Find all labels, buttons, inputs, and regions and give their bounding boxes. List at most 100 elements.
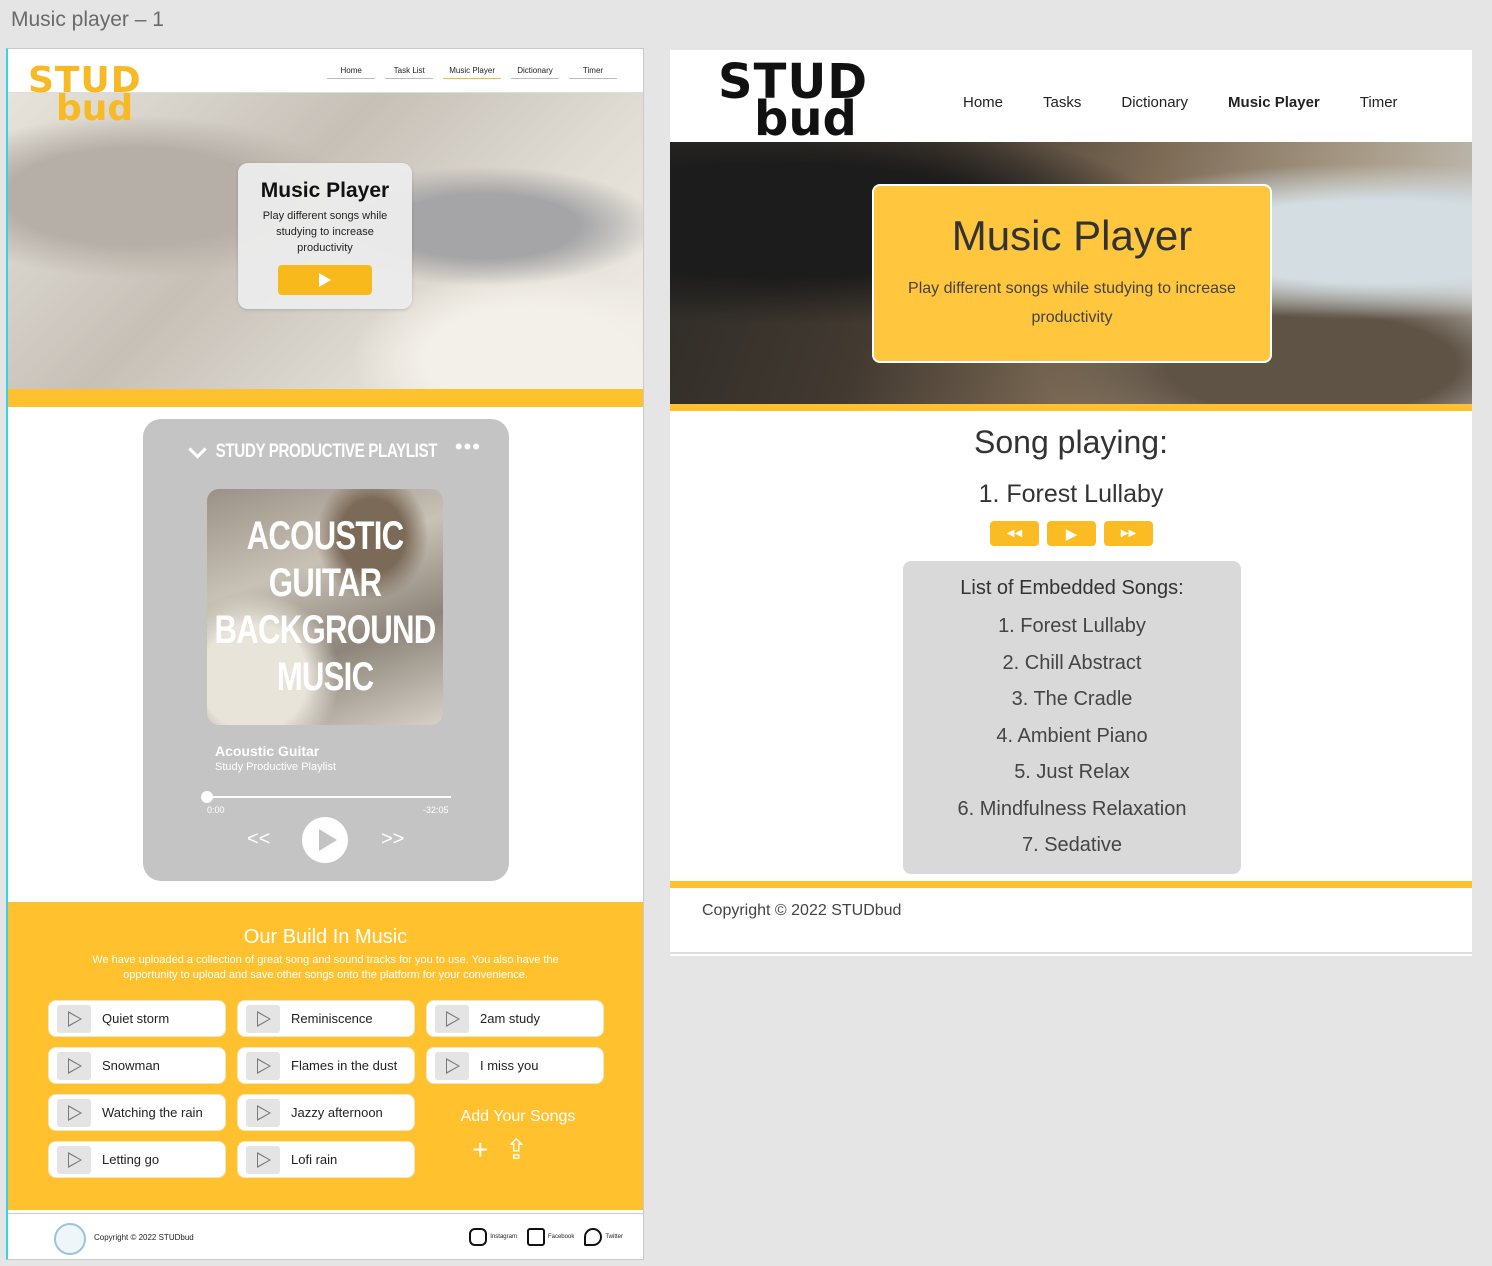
fast-forward-icon: ▶▶: [1120, 528, 1137, 539]
previous-icon[interactable]: <<: [247, 828, 270, 851]
left-accent-band: [8, 389, 643, 407]
time-remaining: -32:05: [423, 805, 449, 815]
left-hero-play-button[interactable]: [278, 265, 372, 295]
album-cover: ACOUSTIC GUITAR BACKGROUND MUSIC: [207, 489, 443, 725]
play-icon[interactable]: [246, 1145, 280, 1174]
play-icon[interactable]: [435, 1004, 469, 1033]
left-footer-copyright: Copyright © 2022 STUDbud: [94, 1233, 194, 1242]
play-icon[interactable]: [246, 1051, 280, 1080]
plus-icon[interactable]: +: [472, 1136, 488, 1164]
artboard-right: STUD bud Home Tasks Dictionary Music Pla…: [670, 50, 1472, 956]
right-logo-line2: bud: [754, 91, 857, 148]
song-label: Quiet storm: [102, 1011, 170, 1026]
left-hero-description: Play different songs while studying to i…: [262, 210, 388, 254]
right-nav-music-player[interactable]: Music Player: [1228, 94, 1320, 111]
list-item[interactable]: 5. Just Relax: [903, 754, 1241, 791]
song-label: Jazzy afternoon: [291, 1105, 383, 1120]
facebook-link[interactable]: Facebook: [526, 1228, 575, 1246]
left-logo-line2: bud: [56, 88, 134, 130]
build-description: We have uploaded a collection of great s…: [92, 954, 559, 981]
build-in-music-section: Our Build In Music We have uploaded a co…: [8, 902, 643, 1210]
next-icon[interactable]: >>: [381, 828, 404, 851]
song-label: I miss you: [480, 1058, 539, 1073]
instagram-label: Instagram: [490, 1234, 517, 1240]
instagram-icon: [469, 1228, 488, 1246]
playlist-title: STUDY PRODUCTIVE PLAYLIST: [215, 441, 437, 462]
list-item[interactable]: 6. Mindfulness Relaxation: [903, 791, 1241, 828]
play-icon: [318, 829, 337, 851]
left-nav-home[interactable]: Home: [327, 66, 376, 79]
now-playing-subtitle: Study Productive Playlist: [215, 761, 337, 773]
right-header: STUD bud Home Tasks Dictionary Music Pla…: [670, 50, 1472, 148]
left-nav-music-player[interactable]: Music Player: [443, 66, 501, 79]
current-song: 1. Forest Lullaby: [978, 480, 1164, 508]
facebook-label: Facebook: [547, 1234, 575, 1240]
left-footer: Copyright © 2022 STUDbud Instagram Faceb…: [8, 1213, 643, 1259]
right-nav-timer[interactable]: Timer: [1360, 94, 1398, 111]
rewind-button[interactable]: ◀◀: [990, 521, 1039, 546]
artboard-title: Music player – 1: [11, 8, 164, 31]
song-item[interactable]: Flames in the dust: [237, 1047, 415, 1084]
song-item[interactable]: Reminiscence: [237, 1000, 415, 1037]
song-item[interactable]: Snowman: [48, 1047, 226, 1084]
social-links: Instagram Facebook Twitter: [469, 1228, 623, 1246]
song-item[interactable]: 2am study: [426, 1000, 604, 1037]
twitter-link[interactable]: Twitter: [584, 1228, 623, 1246]
song-label: 2am study: [480, 1011, 540, 1026]
list-item[interactable]: 7. Sedative: [903, 827, 1241, 864]
play-icon[interactable]: [246, 1098, 280, 1127]
progress-handle[interactable]: [201, 791, 213, 803]
list-item[interactable]: 2. Chill Abstract: [903, 645, 1241, 682]
forward-button[interactable]: ▶▶: [1104, 521, 1153, 546]
upload-icon[interactable]: ⇪: [504, 1136, 527, 1164]
time-elapsed: 0:00: [207, 805, 225, 815]
right-nav-tasks[interactable]: Tasks: [1043, 94, 1081, 111]
song-item[interactable]: I miss you: [426, 1047, 604, 1084]
add-songs-title: Add Your Songs: [460, 1108, 576, 1125]
song-item[interactable]: Jazzy afternoon: [237, 1094, 415, 1131]
play-icon[interactable]: [246, 1004, 280, 1033]
song-playing-heading: Song playing:: [974, 424, 1168, 460]
right-nav-home[interactable]: Home: [963, 94, 1003, 111]
play-icon: [319, 273, 331, 287]
list-item[interactable]: 3. The Cradle: [903, 681, 1241, 718]
left-nav-task-list[interactable]: Task List: [385, 66, 434, 79]
right-hero-card: Music Player Play different songs while …: [872, 184, 1272, 363]
play-icon[interactable]: [57, 1098, 91, 1127]
list-item[interactable]: 4. Ambient Piano: [903, 718, 1241, 755]
embedded-songs-list: List of Embedded Songs: 1. Forest Lullab…: [903, 561, 1241, 874]
album-cover-text: ACOUSTIC GUITAR BACKGROUND MUSIC: [214, 514, 437, 699]
play-icon[interactable]: [435, 1051, 469, 1080]
play-icon: ▶: [1065, 525, 1078, 543]
playlist-player-card: STUDY PRODUCTIVE PLAYLIST ••• ACOUSTIC G…: [143, 419, 509, 881]
song-item[interactable]: Quiet storm: [48, 1000, 226, 1037]
song-item[interactable]: Watching the rain: [48, 1094, 226, 1131]
play-icon[interactable]: [57, 1051, 91, 1080]
progress-track[interactable]: [203, 796, 451, 798]
play-button[interactable]: ▶: [1047, 521, 1096, 546]
add-songs-actions: + ⇪: [392, 1136, 608, 1164]
embedded-songs-title: List of Embedded Songs:: [960, 577, 1184, 599]
song-item[interactable]: Lofi rain: [237, 1141, 415, 1178]
song-item[interactable]: Letting go: [48, 1141, 226, 1178]
right-logo[interactable]: STUD bud: [718, 58, 868, 148]
right-accent-band: [670, 404, 1472, 411]
play-icon[interactable]: [57, 1004, 91, 1033]
add-songs-panel: Add Your Songs + ⇪: [428, 1108, 608, 1164]
left-nav: Home Task List Music Player Dictionary T…: [327, 66, 617, 79]
right-nav-dictionary[interactable]: Dictionary: [1121, 94, 1188, 111]
play-icon[interactable]: [57, 1145, 91, 1174]
left-nav-dictionary[interactable]: Dictionary: [511, 66, 559, 79]
left-logo[interactable]: STUD bud: [28, 62, 142, 130]
left-nav-timer[interactable]: Timer: [569, 66, 617, 79]
playback-controls: ◀◀ ▶ ▶▶: [990, 521, 1153, 546]
left-hero-card: Music Player Play different songs while …: [238, 163, 412, 309]
instagram-link[interactable]: Instagram: [469, 1228, 517, 1246]
list-item[interactable]: 1. Forest Lullaby: [903, 608, 1241, 645]
song-label: Watching the rain: [102, 1105, 203, 1120]
right-hero-description: Play different songs while studying to i…: [908, 280, 1236, 326]
player-play-button[interactable]: [302, 817, 348, 863]
song-label: Snowman: [102, 1058, 160, 1073]
right-hero-title: Music Player: [951, 212, 1193, 259]
artboard-left: Home Task List Music Player Dictionary T…: [6, 48, 644, 1260]
